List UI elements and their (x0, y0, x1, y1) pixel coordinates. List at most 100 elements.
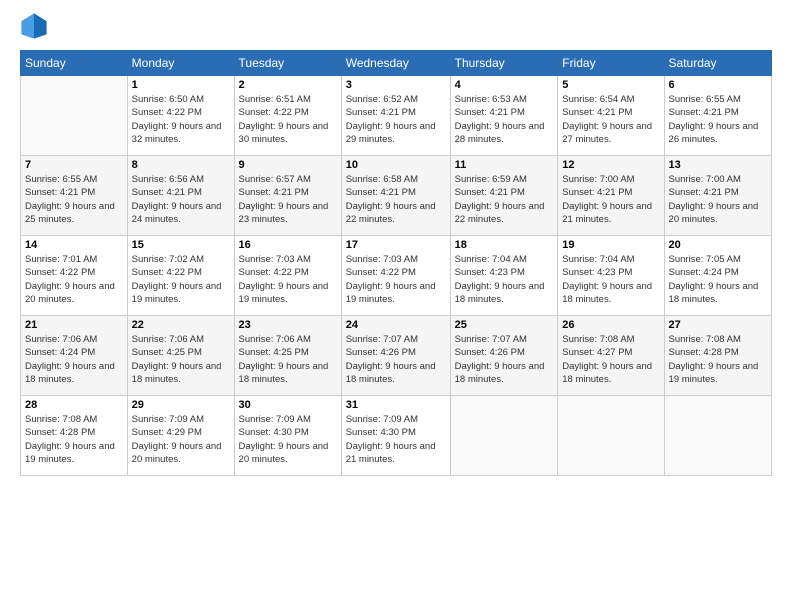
daylight-text: Daylight: 9 hours and 18 minutes. (346, 361, 436, 385)
calendar-cell: 6 Sunrise: 6:55 AM Sunset: 4:21 PM Dayli… (664, 76, 771, 156)
sunset-text: Sunset: 4:21 PM (669, 187, 739, 198)
sunrise-text: Sunrise: 6:55 AM (669, 94, 741, 105)
day-number: 23 (239, 319, 337, 331)
calendar-cell: 25 Sunrise: 7:07 AM Sunset: 4:26 PM Dayl… (450, 316, 558, 396)
calendar-cell (664, 396, 771, 476)
calendar-cell: 9 Sunrise: 6:57 AM Sunset: 4:21 PM Dayli… (234, 156, 341, 236)
day-info: Sunrise: 7:06 AM Sunset: 4:24 PM Dayligh… (25, 333, 123, 386)
day-number: 31 (346, 399, 446, 411)
day-info: Sunrise: 7:06 AM Sunset: 4:25 PM Dayligh… (132, 333, 230, 386)
day-number: 4 (455, 79, 554, 91)
day-info: Sunrise: 6:53 AM Sunset: 4:21 PM Dayligh… (455, 93, 554, 146)
calendar-cell: 29 Sunrise: 7:09 AM Sunset: 4:29 PM Dayl… (127, 396, 234, 476)
sunrise-text: Sunrise: 6:52 AM (346, 94, 418, 105)
calendar-cell: 10 Sunrise: 6:58 AM Sunset: 4:21 PM Dayl… (341, 156, 450, 236)
sunset-text: Sunset: 4:21 PM (132, 187, 202, 198)
sunrise-text: Sunrise: 7:09 AM (132, 414, 204, 425)
day-info: Sunrise: 7:03 AM Sunset: 4:22 PM Dayligh… (239, 253, 337, 306)
calendar-header-row: SundayMondayTuesdayWednesdayThursdayFrid… (21, 51, 772, 76)
daylight-text: Daylight: 9 hours and 18 minutes. (562, 281, 652, 305)
sunrise-text: Sunrise: 6:51 AM (239, 94, 311, 105)
sunrise-text: Sunrise: 6:55 AM (25, 174, 97, 185)
sunset-text: Sunset: 4:28 PM (25, 427, 95, 438)
sunset-text: Sunset: 4:21 PM (346, 187, 416, 198)
calendar-table: SundayMondayTuesdayWednesdayThursdayFrid… (20, 50, 772, 476)
day-number: 11 (455, 159, 554, 171)
sunset-text: Sunset: 4:21 PM (25, 187, 95, 198)
daylight-text: Daylight: 9 hours and 19 minutes. (132, 281, 222, 305)
calendar-cell: 22 Sunrise: 7:06 AM Sunset: 4:25 PM Dayl… (127, 316, 234, 396)
daylight-text: Daylight: 9 hours and 18 minutes. (669, 281, 759, 305)
day-number: 28 (25, 399, 123, 411)
day-number: 22 (132, 319, 230, 331)
sunset-text: Sunset: 4:22 PM (239, 267, 309, 278)
calendar-cell: 17 Sunrise: 7:03 AM Sunset: 4:22 PM Dayl… (341, 236, 450, 316)
day-number: 26 (562, 319, 659, 331)
sunset-text: Sunset: 4:25 PM (132, 347, 202, 358)
logo (20, 16, 50, 40)
day-info: Sunrise: 7:01 AM Sunset: 4:22 PM Dayligh… (25, 253, 123, 306)
day-info: Sunrise: 7:07 AM Sunset: 4:26 PM Dayligh… (455, 333, 554, 386)
sunset-text: Sunset: 4:23 PM (455, 267, 525, 278)
calendar-cell: 2 Sunrise: 6:51 AM Sunset: 4:22 PM Dayli… (234, 76, 341, 156)
sunrise-text: Sunrise: 6:59 AM (455, 174, 527, 185)
sunset-text: Sunset: 4:22 PM (132, 107, 202, 118)
sunset-text: Sunset: 4:29 PM (132, 427, 202, 438)
calendar-cell: 24 Sunrise: 7:07 AM Sunset: 4:26 PM Dayl… (341, 316, 450, 396)
daylight-text: Daylight: 9 hours and 18 minutes. (562, 361, 652, 385)
week-row-3: 14 Sunrise: 7:01 AM Sunset: 4:22 PM Dayl… (21, 236, 772, 316)
day-info: Sunrise: 7:06 AM Sunset: 4:25 PM Dayligh… (239, 333, 337, 386)
calendar-cell (21, 76, 128, 156)
day-info: Sunrise: 6:56 AM Sunset: 4:21 PM Dayligh… (132, 173, 230, 226)
week-row-2: 7 Sunrise: 6:55 AM Sunset: 4:21 PM Dayli… (21, 156, 772, 236)
sunrise-text: Sunrise: 7:07 AM (346, 334, 418, 345)
sunrise-text: Sunrise: 7:06 AM (132, 334, 204, 345)
day-number: 25 (455, 319, 554, 331)
calendar-cell: 23 Sunrise: 7:06 AM Sunset: 4:25 PM Dayl… (234, 316, 341, 396)
daylight-text: Daylight: 9 hours and 19 minutes. (346, 281, 436, 305)
calendar-cell: 26 Sunrise: 7:08 AM Sunset: 4:27 PM Dayl… (558, 316, 664, 396)
calendar-cell: 1 Sunrise: 6:50 AM Sunset: 4:22 PM Dayli… (127, 76, 234, 156)
daylight-text: Daylight: 9 hours and 24 minutes. (132, 201, 222, 225)
sunrise-text: Sunrise: 7:00 AM (562, 174, 634, 185)
day-number: 20 (669, 239, 767, 251)
calendar-cell: 4 Sunrise: 6:53 AM Sunset: 4:21 PM Dayli… (450, 76, 558, 156)
calendar-cell (558, 396, 664, 476)
day-number: 1 (132, 79, 230, 91)
daylight-text: Daylight: 9 hours and 29 minutes. (346, 121, 436, 145)
day-info: Sunrise: 6:59 AM Sunset: 4:21 PM Dayligh… (455, 173, 554, 226)
week-row-5: 28 Sunrise: 7:08 AM Sunset: 4:28 PM Dayl… (21, 396, 772, 476)
day-info: Sunrise: 7:09 AM Sunset: 4:30 PM Dayligh… (346, 413, 446, 466)
calendar-cell: 28 Sunrise: 7:08 AM Sunset: 4:28 PM Dayl… (21, 396, 128, 476)
day-header-friday: Friday (558, 51, 664, 76)
calendar-cell: 27 Sunrise: 7:08 AM Sunset: 4:28 PM Dayl… (664, 316, 771, 396)
day-number: 30 (239, 399, 337, 411)
day-number: 14 (25, 239, 123, 251)
day-info: Sunrise: 7:03 AM Sunset: 4:22 PM Dayligh… (346, 253, 446, 306)
daylight-text: Daylight: 9 hours and 28 minutes. (455, 121, 545, 145)
day-info: Sunrise: 6:51 AM Sunset: 4:22 PM Dayligh… (239, 93, 337, 146)
day-info: Sunrise: 7:08 AM Sunset: 4:28 PM Dayligh… (669, 333, 767, 386)
sunset-text: Sunset: 4:22 PM (346, 267, 416, 278)
day-number: 18 (455, 239, 554, 251)
header (20, 16, 772, 40)
sunset-text: Sunset: 4:21 PM (562, 187, 632, 198)
day-info: Sunrise: 7:04 AM Sunset: 4:23 PM Dayligh… (455, 253, 554, 306)
sunrise-text: Sunrise: 7:09 AM (239, 414, 311, 425)
daylight-text: Daylight: 9 hours and 23 minutes. (239, 201, 329, 225)
calendar-cell: 13 Sunrise: 7:00 AM Sunset: 4:21 PM Dayl… (664, 156, 771, 236)
day-info: Sunrise: 6:54 AM Sunset: 4:21 PM Dayligh… (562, 93, 659, 146)
day-number: 16 (239, 239, 337, 251)
daylight-text: Daylight: 9 hours and 19 minutes. (669, 361, 759, 385)
sunrise-text: Sunrise: 7:00 AM (669, 174, 741, 185)
calendar-cell: 18 Sunrise: 7:04 AM Sunset: 4:23 PM Dayl… (450, 236, 558, 316)
daylight-text: Daylight: 9 hours and 21 minutes. (346, 441, 436, 465)
sunrise-text: Sunrise: 7:03 AM (239, 254, 311, 265)
day-number: 15 (132, 239, 230, 251)
daylight-text: Daylight: 9 hours and 26 minutes. (669, 121, 759, 145)
daylight-text: Daylight: 9 hours and 25 minutes. (25, 201, 115, 225)
day-number: 8 (132, 159, 230, 171)
day-number: 10 (346, 159, 446, 171)
daylight-text: Daylight: 9 hours and 18 minutes. (25, 361, 115, 385)
daylight-text: Daylight: 9 hours and 20 minutes. (669, 201, 759, 225)
